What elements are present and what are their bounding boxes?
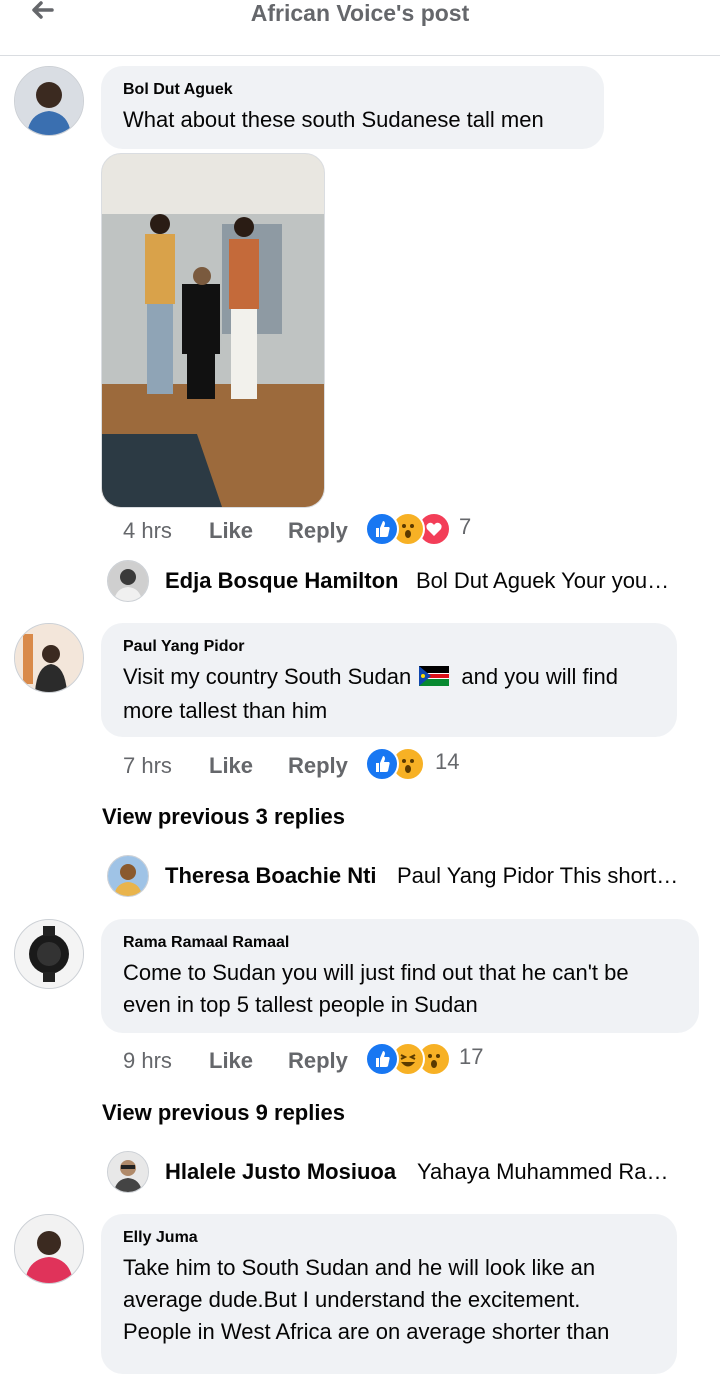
comment-actions: 7 hrs Like Reply 14	[123, 747, 503, 781]
reaction-count: 17	[459, 1044, 484, 1069]
comment-photo[interactable]	[101, 153, 325, 508]
comment-text: Visit my country South Sudan and you wil…	[123, 663, 618, 723]
like-reaction-icon	[365, 1042, 399, 1076]
avatar[interactable]	[107, 560, 149, 602]
comment-time[interactable]: 7 hrs	[123, 751, 172, 781]
comment-author[interactable]: Paul Yang Pidor	[123, 637, 655, 657]
comment-bubble: Rama Ramaal Ramaal Come to Sudan you wil…	[101, 919, 699, 1033]
reaction-count: 7	[459, 514, 472, 539]
comment-actions: 9 hrs Like Reply 17	[123, 1042, 503, 1076]
page-title: African Voice's post	[250, 0, 470, 26]
reply-button[interactable]: Reply	[288, 751, 348, 781]
comment-author[interactable]: Rama Ramaal Ramaal	[123, 933, 677, 953]
comment-actions: 4 hrs Like Reply 7	[123, 512, 503, 546]
avatar[interactable]	[14, 623, 84, 693]
reply-author[interactable]: Hlalele Justo Mosiuoa	[165, 1159, 396, 1185]
reply-text: Yahaya Muhammed Ramadhan...	[417, 1159, 679, 1184]
post-header: African Voice's post	[0, 0, 720, 56]
like-button[interactable]: Like	[209, 751, 253, 781]
view-previous-replies[interactable]: View previous 3 replies	[102, 804, 345, 830]
reply-preview[interactable]: Theresa Boachie Nti Paul Yang Pidor This…	[107, 855, 687, 897]
comment-bubble: Paul Yang Pidor Visit my country South S…	[101, 623, 677, 737]
like-reaction-icon	[365, 747, 399, 781]
like-button[interactable]: Like	[209, 516, 253, 546]
avatar[interactable]	[14, 66, 84, 136]
reply-author[interactable]: Edja Bosque Hamilton	[165, 568, 398, 594]
comment-text: Come to Sudan you will just find out tha…	[123, 960, 629, 1017]
reply-preview[interactable]: Hlalele Justo Mosiuoa Yahaya Muhammed Ra…	[107, 1151, 687, 1193]
comment-text: Take him to South Sudan and he will look…	[123, 1255, 610, 1344]
like-reaction-icon	[365, 512, 399, 546]
reply-button[interactable]: Reply	[288, 1046, 348, 1076]
view-previous-replies[interactable]: View previous 9 replies	[102, 1100, 345, 1126]
south-sudan-flag-icon	[419, 663, 450, 695]
comment-bubble: Elly Juma Take him to South Sudan and he…	[101, 1214, 677, 1374]
avatar[interactable]	[14, 919, 84, 989]
comment-bubble: Bol Dut Aguek What about these south Sud…	[101, 66, 604, 149]
comment-author[interactable]: Elly Juma	[123, 1228, 655, 1248]
reply-text: Paul Yang Pidor This short man...	[397, 863, 679, 888]
reply-text: Bol Dut Aguek Your young brother...	[416, 568, 678, 593]
avatar[interactable]	[107, 855, 149, 897]
avatar[interactable]	[14, 1214, 84, 1284]
comment-author[interactable]: Bol Dut Aguek	[123, 80, 582, 100]
reply-preview[interactable]: Edja Bosque Hamilton Bol Dut Aguek Your …	[107, 560, 687, 602]
like-button[interactable]: Like	[209, 1046, 253, 1076]
reaction-count: 14	[435, 749, 460, 774]
comment-text: What about these south Sudanese tall men	[123, 107, 544, 132]
reply-button[interactable]: Reply	[288, 516, 348, 546]
comment-time[interactable]: 4 hrs	[123, 516, 172, 546]
comment-time[interactable]: 9 hrs	[123, 1046, 172, 1076]
avatar[interactable]	[107, 1151, 149, 1193]
reply-author[interactable]: Theresa Boachie Nti	[165, 863, 377, 889]
